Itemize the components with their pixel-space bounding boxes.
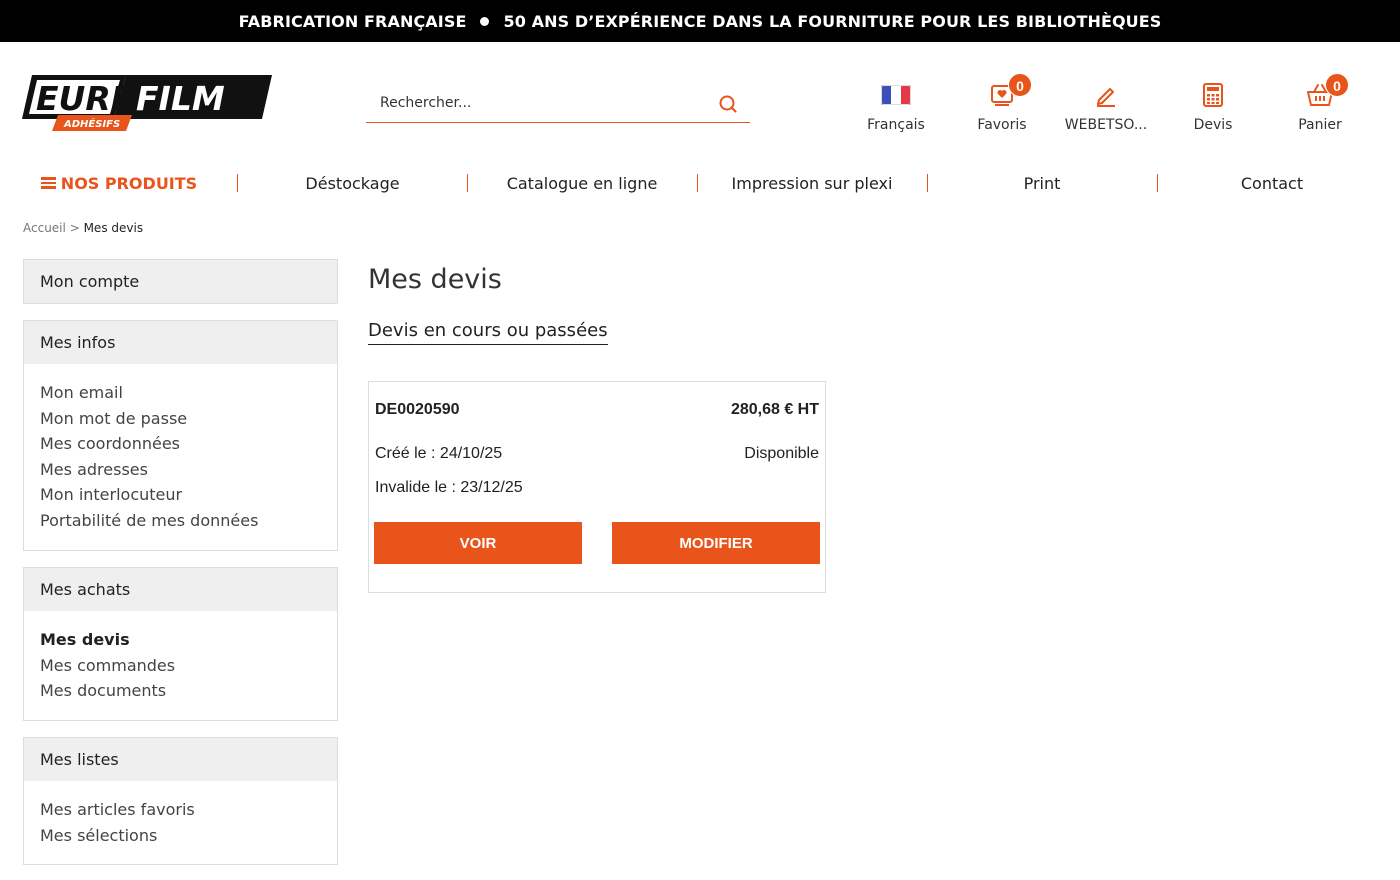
- sidebar-item-quotes[interactable]: Mes devis: [40, 627, 321, 653]
- sidebar-item-addresses[interactable]: Mes adresses: [40, 457, 321, 483]
- quote-price: 280,68 € HT: [730, 401, 819, 418]
- sidebar-lists-panel: Mes listes Mes articles favoris Mes séle…: [23, 737, 338, 865]
- banner-text-right: 50 ANS D’EXPÉRIENCE DANS LA FOURNITURE P…: [503, 11, 1162, 31]
- quote-created-date: Créé le : 24/10/25: [375, 445, 503, 462]
- calculator-icon: [1202, 82, 1224, 112]
- search-bar: [366, 86, 750, 123]
- sidebar-item-contact-person[interactable]: Mon interlocuteur: [40, 482, 321, 508]
- nav-item-destockage[interactable]: Déstockage: [238, 168, 467, 198]
- quote-number: DE0020590: [375, 401, 460, 418]
- nav-item-catalogue[interactable]: Catalogue en ligne: [467, 168, 697, 198]
- breadcrumb-home[interactable]: Accueil: [23, 221, 66, 235]
- pencil-icon: [1094, 83, 1118, 112]
- tab-current-quotes[interactable]: Devis en cours ou passées: [368, 320, 608, 345]
- logo-word-film: FILM: [136, 79, 225, 118]
- french-flag-icon: [881, 84, 911, 110]
- quote-card: DE0020590 280,68 € HT Créé le : 24/10/25…: [368, 381, 826, 593]
- sidebar-lists-list: Mes articles favoris Mes sélections: [24, 781, 337, 858]
- sidebar-account-link[interactable]: Mon compte: [24, 260, 337, 303]
- logo-word-eure: EURE: [36, 79, 134, 118]
- search-icon[interactable]: [718, 94, 738, 114]
- sidebar-infos-title: Mes infos: [24, 321, 337, 364]
- sidebar-item-selections[interactable]: Mes sélections: [40, 823, 321, 849]
- favorites-label: Favoris: [977, 117, 1027, 133]
- nav-item-impression[interactable]: Impression sur plexi: [697, 168, 927, 198]
- favorites-link[interactable]: 0 Favoris: [952, 73, 1052, 133]
- logo-subtitle: ADHÉSIFS: [63, 117, 120, 130]
- sidebar-infos-list: Mon email Mon mot de passe Mes coordonné…: [24, 364, 337, 544]
- nav-products[interactable]: NOS PRODUITS: [0, 168, 238, 198]
- cart-count-badge: 0: [1325, 73, 1349, 97]
- bullet-icon: [480, 16, 490, 26]
- sidebar-item-favorite-articles[interactable]: Mes articles favoris: [40, 797, 321, 823]
- page-title: Mes devis: [368, 264, 502, 295]
- search-input[interactable]: [366, 86, 706, 120]
- view-quote-button[interactable]: VOIR: [374, 522, 582, 564]
- sidebar-purchases-list: Mes devis Mes commandes Mes documents: [24, 611, 337, 714]
- favorites-count-badge: 0: [1008, 73, 1032, 97]
- menu-icon: [40, 177, 56, 189]
- sidebar-infos-panel: Mes infos Mon email Mon mot de passe Mes…: [23, 320, 338, 551]
- quotes-label: Devis: [1193, 117, 1233, 133]
- sidebar-account-panel: Mon compte: [23, 259, 338, 304]
- cart-link[interactable]: 0 Panier: [1270, 73, 1370, 133]
- quote-expiry-date: Invalide le : 23/12/25: [375, 479, 523, 496]
- breadcrumb-separator: >: [69, 221, 80, 235]
- account-label: WEBETSO...: [1064, 117, 1148, 133]
- account-link[interactable]: WEBETSO...: [1056, 82, 1156, 133]
- nav-products-label: NOS PRODUITS: [60, 173, 198, 193]
- nav-item-contact[interactable]: Contact: [1157, 168, 1387, 198]
- breadcrumb-current: Mes devis: [83, 221, 144, 235]
- sidebar-item-details[interactable]: Mes coordonnées: [40, 431, 321, 457]
- sidebar-purchases-panel: Mes achats Mes devis Mes commandes Mes d…: [23, 567, 338, 721]
- sidebar-item-documents[interactable]: Mes documents: [40, 678, 321, 704]
- nav-item-print[interactable]: Print: [927, 168, 1157, 198]
- language-selector[interactable]: Français: [846, 82, 946, 133]
- banner-text-left: FABRICATION FRANÇAISE: [238, 11, 467, 31]
- sidebar-item-orders[interactable]: Mes commandes: [40, 653, 321, 679]
- sidebar-lists-title: Mes listes: [24, 738, 337, 781]
- sidebar-item-password[interactable]: Mon mot de passe: [40, 406, 321, 432]
- edit-quote-button[interactable]: MODIFIER: [612, 522, 820, 564]
- sidebar-purchases-title: Mes achats: [24, 568, 337, 611]
- main-nav: NOS PRODUITS Déstockage Catalogue en lig…: [0, 168, 1400, 198]
- quote-status: Disponible: [744, 445, 819, 462]
- top-banner: FABRICATION FRANÇAISE 50 ANS D’EXPÉRIENC…: [0, 0, 1400, 42]
- breadcrumb: Accueil > Mes devis: [23, 221, 143, 235]
- eurefilm-logo[interactable]: EURE FILM ADHÉSIFS: [22, 73, 274, 133]
- language-label: Français: [867, 117, 925, 133]
- quotes-link[interactable]: Devis: [1163, 82, 1263, 133]
- sidebar-item-email[interactable]: Mon email: [40, 380, 321, 406]
- sidebar-item-data-portability[interactable]: Portabilité de mes données: [40, 508, 321, 534]
- cart-label: Panier: [1298, 117, 1342, 133]
